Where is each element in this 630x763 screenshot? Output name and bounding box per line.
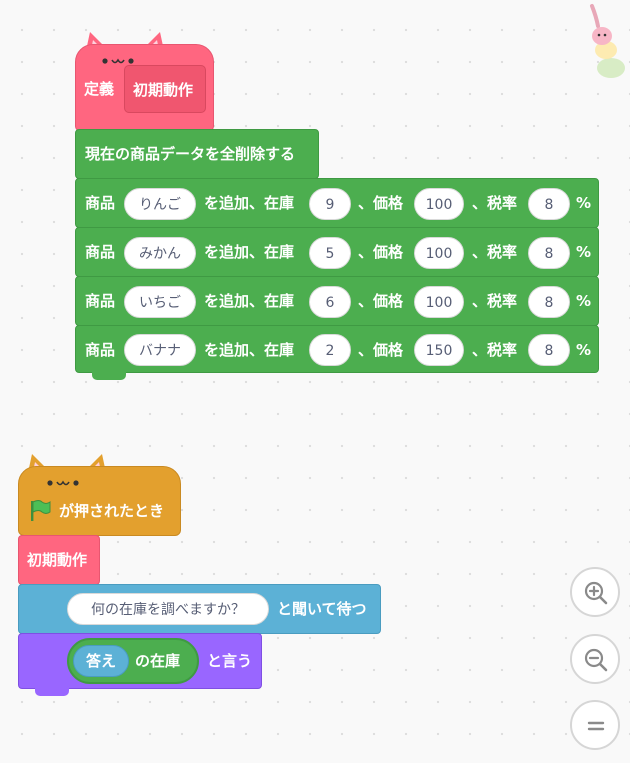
percent-label: % xyxy=(576,243,592,261)
product-label: 商品 xyxy=(85,194,116,212)
clear-data-block[interactable]: 現在の商品データを全削除する xyxy=(75,129,319,179)
percent-label: % xyxy=(576,292,592,310)
product-label: 商品 xyxy=(85,292,116,310)
stock-of-label: の在庫 xyxy=(135,652,181,670)
price-input[interactable]: 100 xyxy=(414,188,464,220)
add-stock-label: を追加、在庫 xyxy=(204,292,295,310)
block-notch xyxy=(35,688,69,696)
tax-input[interactable]: 8 xyxy=(528,286,570,318)
tax-label: 、税率 xyxy=(472,243,518,261)
price-label: 、価格 xyxy=(358,243,404,261)
percent-label: % xyxy=(576,194,592,212)
price-input[interactable]: 150 xyxy=(414,334,464,366)
add-product-block[interactable]: 商品 バナナ を追加、在庫 2 、価格 150 、税率 8 % xyxy=(75,325,599,380)
zoom-out-icon xyxy=(584,648,608,672)
define-label: 定義 xyxy=(84,80,115,98)
when-flag-clicked-label: が押されたとき xyxy=(59,502,165,520)
zoom-in-icon xyxy=(584,581,608,605)
percent-label: % xyxy=(576,341,592,359)
product-label: 商品 xyxy=(85,341,116,359)
clear-data-label: 現在の商品データを全削除する xyxy=(85,145,296,163)
tax-input[interactable]: 8 xyxy=(528,188,570,220)
define-name-label: 初期動作 xyxy=(133,81,194,99)
add-product-block[interactable]: 商品 いちご を追加、在庫 6 、価格 100 、税率 8 % xyxy=(75,276,599,326)
price-input[interactable]: 100 xyxy=(414,286,464,318)
ask-and-wait-block[interactable]: 何の在庫を調べますか？ と聞いて待つ xyxy=(18,584,381,634)
mascot-decoration xyxy=(590,4,625,78)
product-label: 商品 xyxy=(85,243,116,261)
price-label: 、価格 xyxy=(358,292,404,310)
zoom-in-button[interactable] xyxy=(570,567,620,617)
price-label: 、価格 xyxy=(358,341,404,359)
add-product-block[interactable]: 商品 りんご を追加、在庫 9 、価格 100 、税率 8 % xyxy=(75,178,599,228)
tax-label: 、税率 xyxy=(472,341,518,359)
item-stock-reporter[interactable]: 答え の在庫 xyxy=(67,638,199,684)
tax-input[interactable]: 8 xyxy=(528,334,570,366)
ask-and-wait-label: と聞いて待つ xyxy=(277,600,367,618)
define-name-block[interactable]: 初期動作 xyxy=(124,65,206,113)
stock-input[interactable]: 6 xyxy=(309,286,351,318)
stock-input[interactable]: 9 xyxy=(309,188,351,220)
price-label: 、価格 xyxy=(358,194,404,212)
add-stock-label: を追加、在庫 xyxy=(204,243,295,261)
call-init-label: 初期動作 xyxy=(27,551,88,569)
product-name-input[interactable]: みかん xyxy=(124,237,196,269)
cat-face-icon xyxy=(47,480,79,486)
green-flag-icon xyxy=(31,500,51,521)
product-name-input[interactable]: りんご xyxy=(124,188,196,220)
product-name-input[interactable]: バナナ xyxy=(124,334,196,366)
stock-input[interactable]: 2 xyxy=(309,334,351,366)
add-stock-label: を追加、在庫 xyxy=(204,341,295,359)
tax-label: 、税率 xyxy=(472,194,518,212)
call-init-block[interactable]: 初期動作 xyxy=(18,535,100,585)
add-stock-label: を追加、在庫 xyxy=(204,194,295,212)
add-product-block[interactable]: 商品 みかん を追加、在庫 5 、価格 100 、税率 8 % xyxy=(75,227,599,277)
question-input[interactable]: 何の在庫を調べますか？ xyxy=(67,593,269,625)
answer-reporter[interactable]: 答え xyxy=(73,645,129,677)
price-input[interactable]: 100 xyxy=(414,237,464,269)
say-label: と言う xyxy=(207,652,253,670)
define-block[interactable]: 定義 初期動作 xyxy=(75,44,214,132)
tax-label: 、税率 xyxy=(472,292,518,310)
zoom-out-button[interactable] xyxy=(570,634,620,684)
zoom-reset-icon xyxy=(587,721,605,731)
zoom-reset-button[interactable] xyxy=(570,700,620,750)
product-name-input[interactable]: いちご xyxy=(124,286,196,318)
tax-input[interactable]: 8 xyxy=(528,237,570,269)
when-flag-clicked-block[interactable]: が押されたとき xyxy=(18,466,181,536)
stock-input[interactable]: 5 xyxy=(309,237,351,269)
block-notch xyxy=(92,372,126,380)
say-block[interactable]: 答え の在庫 と言う xyxy=(18,633,262,696)
